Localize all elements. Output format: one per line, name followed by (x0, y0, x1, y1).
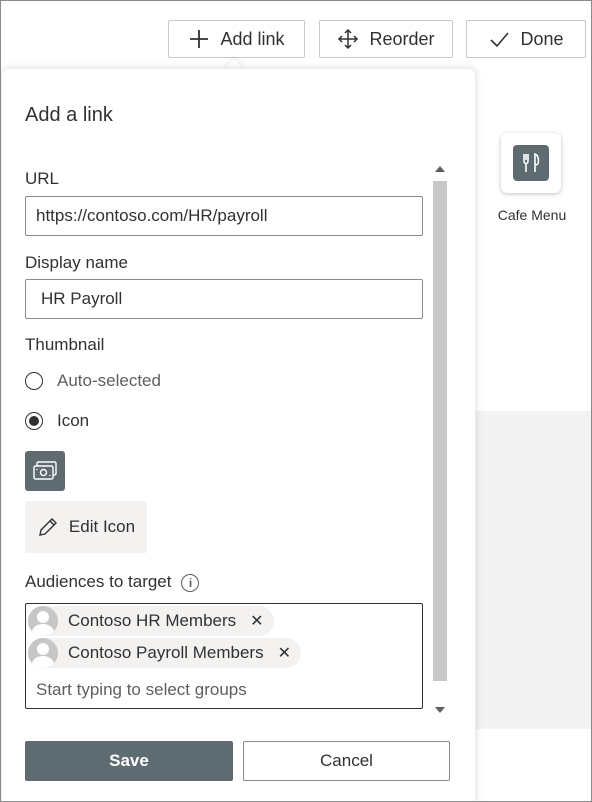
save-button[interactable]: Save (25, 741, 233, 781)
audience-chip-name: Contoso Payroll Members (68, 643, 264, 662)
audience-chip: Contoso HR Members ✕ (28, 606, 274, 636)
radio-auto-selected-label: Auto-selected (57, 371, 161, 390)
reorder-button[interactable]: Reorder (319, 20, 453, 58)
audience-picker[interactable]: Contoso HR Members ✕ Contoso Payroll Mem… (25, 603, 423, 709)
audiences-label-text: Audiences to target (25, 572, 172, 591)
scroll-down-arrow-icon[interactable] (435, 707, 445, 713)
done-label: Done (520, 28, 564, 49)
add-link-label: Add link (220, 28, 285, 49)
audience-chip-name: Contoso HR Members (68, 611, 237, 630)
avatar (28, 606, 58, 636)
add-link-panel: Add a link URL https://contoso.com/HR/pa… (2, 69, 475, 801)
edit-icon-label: Edit Icon (68, 517, 136, 536)
radio-circle[interactable] (25, 372, 43, 390)
panel-title: Add a link (25, 104, 113, 126)
done-button[interactable]: Done (466, 20, 586, 58)
radio-icon-label: Icon (57, 411, 90, 430)
quick-link-tile-cafe-menu[interactable] (501, 133, 561, 193)
audience-search-input[interactable]: Start typing to select groups (36, 680, 247, 700)
background-section (476, 411, 591, 729)
info-icon[interactable]: i (181, 573, 200, 592)
url-label: URL (25, 169, 60, 188)
display-name-input[interactable]: HR Payroll (25, 279, 423, 319)
money-icon (25, 451, 65, 491)
radio-circle-selected[interactable] (25, 412, 43, 430)
reorder-label: Reorder (369, 28, 435, 49)
radio-icon[interactable]: Icon (25, 411, 89, 431)
move-icon (338, 28, 359, 50)
avatar (28, 638, 58, 668)
quick-link-tile-label: Cafe Menu (497, 207, 567, 223)
display-name-label: Display name (25, 253, 128, 272)
audiences-label: Audiences to target i (25, 572, 200, 592)
pencil-icon (39, 518, 57, 536)
plus-icon (190, 30, 209, 48)
window-frame: Add link Reorder Done Cafe Menu Add a li… (0, 0, 592, 802)
scroll-up-arrow-icon[interactable] (435, 166, 445, 172)
close-icon[interactable]: ✕ (278, 643, 291, 663)
close-icon[interactable]: ✕ (250, 611, 263, 631)
cancel-button[interactable]: Cancel (243, 741, 450, 781)
radio-auto-selected[interactable]: Auto-selected (25, 371, 161, 391)
audience-chip: Contoso Payroll Members ✕ (28, 638, 301, 668)
checkmark-icon (490, 32, 510, 48)
scrollbar-thumb[interactable] (433, 181, 447, 681)
fork-knife-icon (513, 145, 549, 181)
thumbnail-label: Thumbnail (25, 335, 105, 354)
edit-icon-button[interactable]: Edit Icon (25, 501, 147, 553)
url-input[interactable]: https://contoso.com/HR/payroll (25, 196, 423, 236)
add-link-button[interactable]: Add link (168, 20, 305, 58)
